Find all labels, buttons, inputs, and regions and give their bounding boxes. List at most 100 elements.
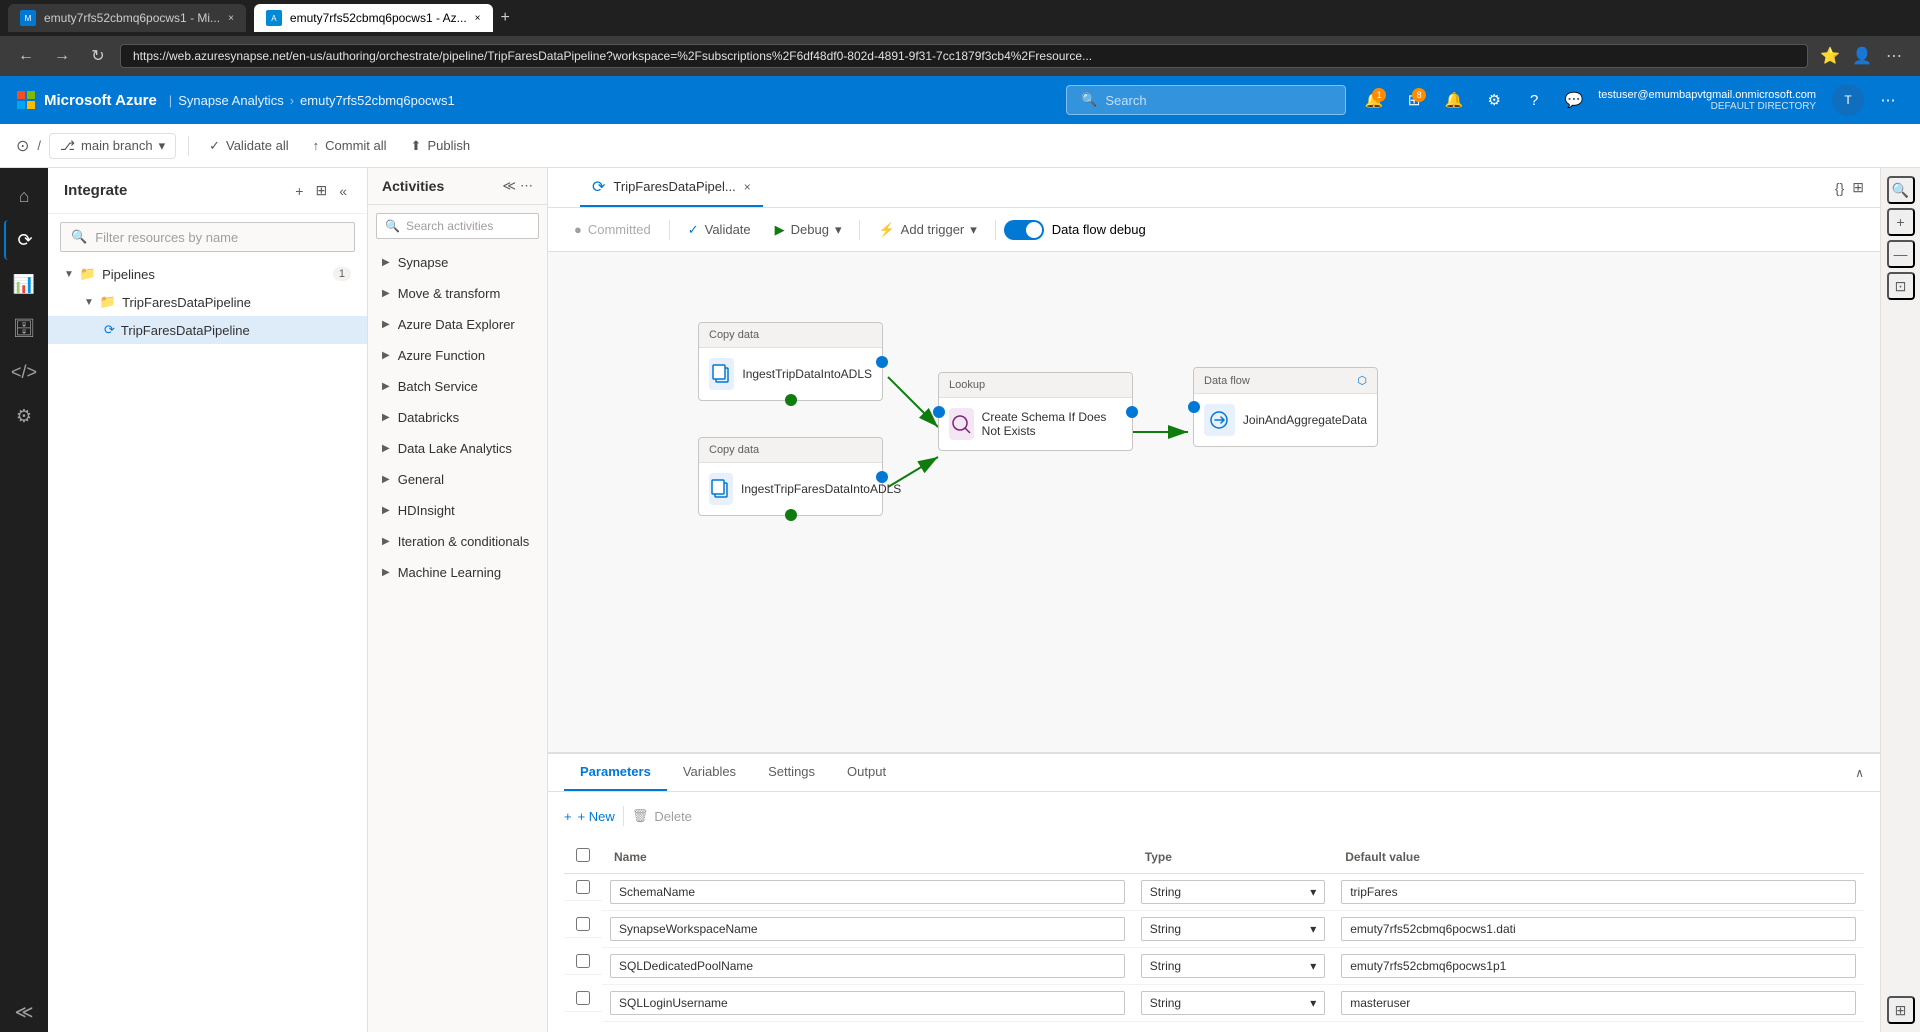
back-button[interactable]: ← xyxy=(12,42,40,70)
row2-type-select[interactable]: String ▾ xyxy=(1141,954,1325,978)
right-zoom-out-button[interactable]: — xyxy=(1887,240,1915,268)
activity-group-iteration[interactable]: ▶ Iteration & conditionals xyxy=(368,526,547,557)
tab-close-1[interactable]: × xyxy=(228,13,234,24)
node-lookup[interactable]: Lookup Create Schema If Does Not Exists xyxy=(938,372,1133,451)
node-copy2[interactable]: Copy data IngestTripFaresDataIntoADLS xyxy=(698,437,883,516)
right-fit-button[interactable]: ⊡ xyxy=(1887,272,1915,300)
activity-group-move[interactable]: ▶ Move & transform xyxy=(368,278,547,309)
debug-button[interactable]: ▶ Debug ▾ xyxy=(765,217,852,243)
right-search-button[interactable]: 🔍 xyxy=(1887,176,1915,204)
row0-name-input[interactable] xyxy=(610,880,1125,904)
tab-close-2[interactable]: × xyxy=(475,13,481,24)
activity-group-general[interactable]: ▶ General xyxy=(368,464,547,495)
sidebar-icon-data[interactable]: 🗄 xyxy=(4,308,44,348)
forward-button[interactable]: → xyxy=(48,42,76,70)
notifications-button[interactable]: 🔔 1 xyxy=(1358,84,1390,116)
sidebar-icon-monitor[interactable]: 📊 xyxy=(4,264,44,304)
canvas-code-button[interactable]: {} xyxy=(1835,180,1844,196)
row1-name-input[interactable] xyxy=(610,917,1125,941)
activity-group-datalake[interactable]: ▶ Data Lake Analytics xyxy=(368,433,547,464)
node-copy1[interactable]: Copy data IngestTripDataIntoADLS xyxy=(698,322,883,401)
row3-default-input[interactable] xyxy=(1341,991,1856,1015)
activity-group-synapse[interactable]: ▶ Synapse xyxy=(368,247,547,278)
node-dataflow[interactable]: Data flow ⬡ JoinAndAggregateData xyxy=(1193,367,1378,447)
publish-button[interactable]: ⬆ Publish xyxy=(403,134,479,158)
browser-tab-2[interactable]: A emuty7rfs52cbmq6pocws1 - Az... × xyxy=(254,4,493,32)
validate-all-button[interactable]: ✓ Validate all xyxy=(201,134,297,158)
reload-button[interactable]: ↻ xyxy=(84,42,112,70)
bottom-panel-collapse-button[interactable]: ∧ xyxy=(1855,766,1864,780)
select-all-checkbox[interactable] xyxy=(576,848,590,862)
activity-group-explorer[interactable]: ▶ Azure Data Explorer xyxy=(368,309,547,340)
row2-name-input[interactable] xyxy=(610,954,1125,978)
tab-settings[interactable]: Settings xyxy=(752,754,831,791)
filter-input[interactable] xyxy=(95,230,344,245)
tab-parameters[interactable]: Parameters xyxy=(564,754,667,791)
row3-type-select[interactable]: String ▾ xyxy=(1141,991,1325,1015)
pipeline-tab[interactable]: ⟳ TripFaresDataPipel... × xyxy=(580,169,763,207)
tree-pipeline-item[interactable]: ⟳ TripFaresDataPipeline xyxy=(48,316,367,344)
toggle-control[interactable] xyxy=(1004,220,1044,240)
activities-collapse-btn[interactable]: ≪ xyxy=(502,178,516,194)
new-tab-button[interactable]: + xyxy=(501,9,510,27)
settings-button[interactable]: ⚙ xyxy=(1478,84,1510,116)
activity-group-function[interactable]: ▶ Azure Function xyxy=(368,340,547,371)
portal-button[interactable]: ⊞ 8 xyxy=(1398,84,1430,116)
row1-default-input[interactable] xyxy=(1341,917,1856,941)
workspace-label[interactable]: emuty7rfs52cbmq6pocws1 xyxy=(300,93,455,108)
sidebar-icon-integrate[interactable]: ⟳ xyxy=(4,220,44,260)
activity-group-hdinsight[interactable]: ▶ HDInsight xyxy=(368,495,547,526)
pipeline-tab-close-button[interactable]: × xyxy=(744,180,751,194)
more-button[interactable]: ⋯ xyxy=(1880,42,1908,70)
sidebar-icon-expand[interactable]: ≪ xyxy=(4,992,44,1032)
row0-type-select[interactable]: String ▾ xyxy=(1141,880,1325,904)
sidebar-icon-manage[interactable]: ⚙ xyxy=(4,396,44,436)
row1-checkbox[interactable] xyxy=(576,917,590,931)
commit-all-button[interactable]: ↑ Commit all xyxy=(305,134,395,157)
browser-tab-1[interactable]: M emuty7rfs52cbmq6pocws1 - Mi... × xyxy=(8,4,246,32)
more-options-button[interactable]: ⋯ xyxy=(1872,84,1904,116)
row3-checkbox[interactable] xyxy=(576,991,590,1005)
alerts-button[interactable]: 🔔 xyxy=(1438,84,1470,116)
dataflow-external-icon[interactable]: ⬡ xyxy=(1357,374,1367,387)
row0-checkbox[interactable] xyxy=(576,880,590,894)
branch-info[interactable]: ⎇ main branch ▾ xyxy=(49,133,176,159)
activity-group-ml[interactable]: ▶ Machine Learning xyxy=(368,557,547,588)
integrate-add-button[interactable]: + xyxy=(291,180,307,201)
activity-group-databricks[interactable]: ▶ Databricks xyxy=(368,402,547,433)
activities-more-btn[interactable]: ⋯ xyxy=(520,178,533,194)
help-button[interactable]: ? xyxy=(1518,84,1550,116)
row2-default-input[interactable] xyxy=(1341,954,1856,978)
tab-variables[interactable]: Variables xyxy=(667,754,752,791)
delete-param-button[interactable]: 🗑 Delete xyxy=(632,804,692,828)
ms-azure-logo[interactable]: Microsoft Azure xyxy=(16,90,157,110)
row1-type-select[interactable]: String ▾ xyxy=(1141,917,1325,941)
user-avatar[interactable]: T xyxy=(1832,84,1864,116)
row3-name-input[interactable] xyxy=(610,991,1125,1015)
tree-pipeline-folder-item[interactable]: ▼ 📁 TripFaresDataPipeline xyxy=(48,288,367,316)
extensions-button[interactable]: ⭐ xyxy=(1816,42,1844,70)
sidebar-icon-develop[interactable]: </> xyxy=(4,352,44,392)
new-param-button[interactable]: + + New xyxy=(564,805,615,828)
address-input[interactable] xyxy=(120,44,1808,68)
canvas-properties-button[interactable]: ⊞ xyxy=(1852,179,1864,196)
right-add-button[interactable]: + xyxy=(1887,208,1915,236)
activity-group-batch[interactable]: ▶ Batch Service xyxy=(368,371,547,402)
data-flow-debug-toggle[interactable]: Data flow debug xyxy=(1004,220,1146,240)
integrate-filter-button[interactable]: ⊞ xyxy=(311,180,331,201)
profile-button[interactable]: 👤 xyxy=(1848,42,1876,70)
activities-search-input[interactable] xyxy=(406,219,530,233)
canvas-main[interactable]: Copy data IngestTripDataIntoADLS xyxy=(548,252,1880,752)
add-trigger-button[interactable]: ⚡ Add trigger ▾ xyxy=(868,217,986,243)
right-properties-button[interactable]: ⊞ xyxy=(1887,996,1915,1024)
row0-default-input[interactable] xyxy=(1341,880,1856,904)
service-label[interactable]: Synapse Analytics xyxy=(178,93,284,108)
search-input[interactable] xyxy=(1105,93,1331,108)
validate-button[interactable]: ✓ Validate xyxy=(678,217,761,243)
row2-checkbox[interactable] xyxy=(576,954,590,968)
feedback-button[interactable]: 💬 xyxy=(1558,84,1590,116)
tab-output[interactable]: Output xyxy=(831,754,902,791)
tree-pipelines-folder[interactable]: ▼ 📁 Pipelines 1 xyxy=(48,260,367,288)
sidebar-icon-home[interactable]: ⌂ xyxy=(4,176,44,216)
integrate-collapse-button[interactable]: « xyxy=(335,180,351,201)
